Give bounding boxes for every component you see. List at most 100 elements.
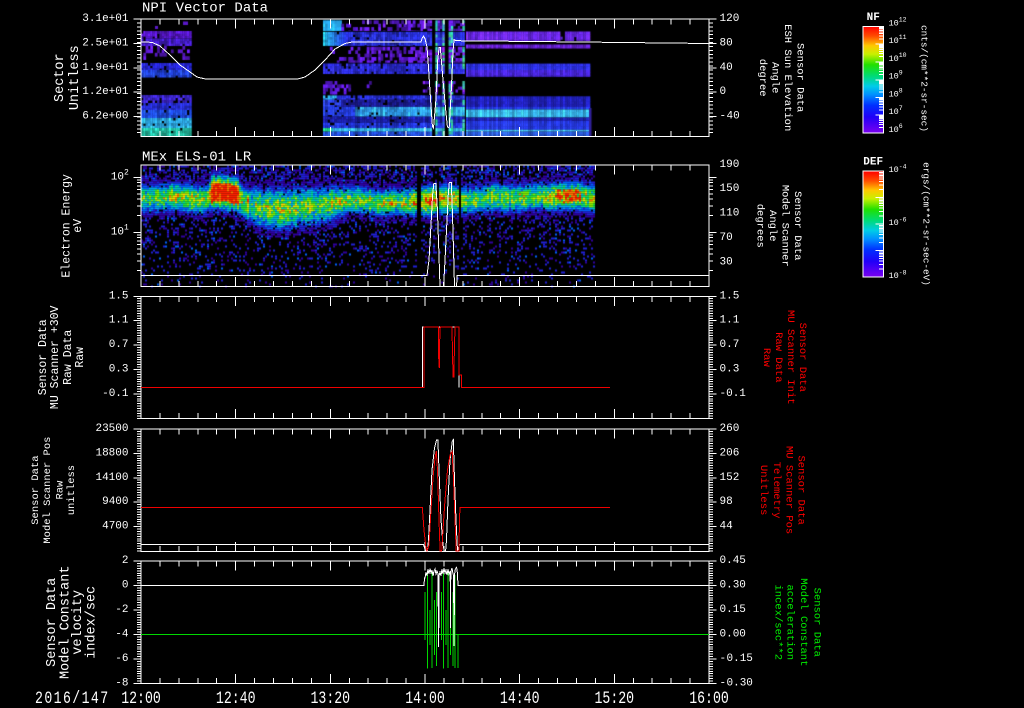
svg-text:2: 2 (122, 555, 129, 567)
svg-text:44: 44 (720, 521, 734, 533)
svg-text:degree: degree (756, 59, 768, 97)
svg-text:8: 8 (899, 88, 903, 95)
svg-text:Raw: Raw (74, 347, 87, 368)
svg-text:11: 11 (899, 34, 907, 41)
svg-text:23500: 23500 (95, 423, 128, 435)
svg-text:-6: -6 (899, 216, 907, 223)
svg-text:12:00: 12:00 (121, 688, 161, 708)
svg-text:1.1: 1.1 (109, 315, 129, 327)
svg-text:10: 10 (889, 54, 899, 64)
svg-text:10: 10 (899, 52, 907, 59)
svg-text:ESH Sun Elevation: ESH Sun Elevation (781, 24, 793, 131)
svg-text:206: 206 (720, 447, 740, 459)
svg-text:10: 10 (111, 226, 124, 238)
svg-text:6: 6 (899, 123, 903, 130)
svg-text:10: 10 (889, 18, 899, 28)
svg-text:MEx ELS-01 LR: MEx ELS-01 LR (142, 150, 252, 166)
svg-text:16:00: 16:00 (689, 688, 729, 708)
svg-text:-4: -4 (899, 163, 907, 170)
svg-text:Sector: Sector (53, 53, 68, 102)
svg-text:cnts/(cm**2-sr-sec): cnts/(cm**2-sr-sec) (919, 25, 930, 132)
svg-text:40: 40 (720, 62, 733, 74)
svg-text:10: 10 (111, 171, 124, 183)
svg-text:eV: eV (72, 219, 85, 233)
svg-text:0.15: 0.15 (720, 604, 746, 616)
svg-text:Telemetry: Telemetry (770, 462, 782, 519)
svg-text:1: 1 (124, 223, 129, 232)
svg-text:14100: 14100 (95, 472, 128, 484)
svg-text:1.1: 1.1 (720, 315, 740, 327)
svg-text:-8: -8 (899, 269, 907, 276)
svg-text:acceleration: acceleration (784, 584, 796, 660)
svg-text:MU Scanner Pos: MU Scanner Pos (783, 446, 795, 534)
svg-text:NPI Vector Data: NPI Vector Data (142, 1, 268, 17)
svg-text:MU Scanner Init: MU Scanner Init (784, 310, 796, 405)
svg-text:NF: NF (867, 12, 880, 24)
svg-text:1.2e+01: 1.2e+01 (82, 86, 129, 98)
svg-text:degrees: degrees (754, 204, 766, 248)
svg-text:14:40: 14:40 (500, 688, 540, 708)
svg-text:Raw: Raw (54, 480, 66, 500)
svg-text:Unitless: Unitless (757, 465, 769, 515)
svg-text:2: 2 (124, 168, 129, 177)
svg-text:0: 0 (720, 86, 727, 98)
svg-text:0.3: 0.3 (109, 364, 129, 376)
svg-text:10: 10 (889, 72, 899, 82)
svg-text:1.5: 1.5 (720, 290, 740, 302)
svg-text:10: 10 (889, 125, 899, 135)
svg-text:Angle: Angle (769, 62, 781, 94)
svg-text:260: 260 (720, 423, 740, 435)
svg-text:12: 12 (899, 17, 907, 24)
svg-text:0.7: 0.7 (720, 339, 740, 351)
svg-text:10: 10 (889, 89, 899, 99)
svg-text:150: 150 (720, 183, 740, 195)
svg-text:10: 10 (889, 165, 899, 175)
svg-text:9: 9 (899, 70, 903, 77)
svg-text:18800: 18800 (95, 447, 128, 459)
svg-text:152: 152 (720, 472, 740, 484)
svg-text:12:40: 12:40 (216, 688, 256, 708)
svg-text:index/sec: index/sec (85, 586, 100, 659)
svg-text:2.5e+01: 2.5e+01 (82, 37, 129, 49)
svg-text:Raw Data: Raw Data (772, 332, 784, 382)
svg-text:0.45: 0.45 (720, 555, 746, 567)
svg-text:4700: 4700 (102, 521, 128, 533)
svg-text:Unitless: Unitless (68, 45, 83, 110)
svg-text:10: 10 (889, 36, 899, 46)
svg-text:10: 10 (889, 107, 899, 117)
svg-text:1.5: 1.5 (109, 290, 129, 302)
svg-text:110: 110 (720, 208, 740, 220)
svg-text:incex/sec**2: incex/sec**2 (771, 584, 783, 660)
svg-text:0.30: 0.30 (727, 678, 753, 690)
svg-text:Angle: Angle (766, 210, 778, 242)
svg-text:Sensor Data: Sensor Data (37, 319, 50, 395)
svg-text:1.9e+01: 1.9e+01 (82, 62, 129, 74)
svg-text:Raw: Raw (760, 348, 772, 368)
svg-text:-: - (720, 653, 727, 665)
svg-text:Sensor Data: Sensor Data (791, 191, 803, 260)
svg-text:Sensor Data: Sensor Data (793, 43, 805, 112)
svg-text:7: 7 (899, 105, 903, 112)
svg-text:80: 80 (720, 37, 733, 49)
svg-text:-6: -6 (115, 653, 128, 665)
svg-text:Model Scanner: Model Scanner (778, 185, 790, 267)
svg-text:40: 40 (727, 111, 740, 123)
svg-text:-2: -2 (115, 604, 128, 616)
svg-text:DEF: DEF (863, 157, 883, 169)
svg-text:-0.1: -0.1 (102, 388, 129, 400)
svg-text:98: 98 (720, 496, 733, 508)
svg-text:-4: -4 (115, 629, 129, 641)
svg-text:0.3: 0.3 (720, 364, 740, 376)
svg-text:0: 0 (122, 580, 129, 592)
svg-text:Model Scanner Pos: Model Scanner Pos (42, 437, 54, 544)
svg-text:15:20: 15:20 (595, 688, 635, 708)
svg-text:13:20: 13:20 (311, 688, 351, 708)
svg-text:2016/147: 2016/147 (35, 688, 110, 708)
svg-text:0.00: 0.00 (720, 629, 746, 641)
svg-text:Sensor Data: Sensor Data (810, 588, 822, 657)
svg-text:30: 30 (720, 256, 733, 268)
svg-text:6.2e+00: 6.2e+00 (82, 111, 128, 123)
svg-text:10: 10 (889, 218, 899, 228)
svg-text:-: - (720, 111, 727, 123)
svg-text:190: 190 (720, 159, 740, 171)
